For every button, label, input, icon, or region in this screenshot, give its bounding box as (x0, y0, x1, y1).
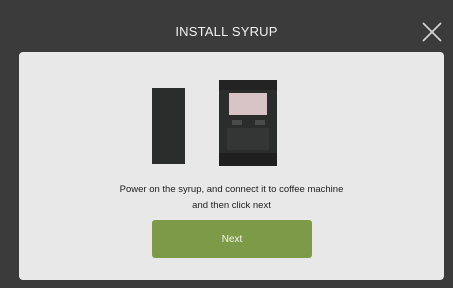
next-button[interactable]: Next (152, 220, 312, 258)
instruction-line-1: Power on the syrup, and connect it to co… (119, 184, 344, 195)
instruction-text: Power on the syrup, and connect it to co… (19, 182, 444, 214)
illustration (19, 52, 444, 192)
page-title: INSTALL SYRUP (175, 24, 278, 39)
close-icon[interactable] (421, 21, 443, 43)
instruction-line-2: and then click next (192, 200, 271, 211)
header: INSTALL SYRUP (0, 0, 453, 52)
coffee-machine-illustration (219, 80, 277, 166)
install-syrup-screen: INSTALL SYRUP Power on the syrup, and co… (0, 0, 453, 288)
instruction-panel: Power on the syrup, and connect it to co… (19, 52, 444, 280)
syrup-unit-illustration (152, 88, 185, 164)
